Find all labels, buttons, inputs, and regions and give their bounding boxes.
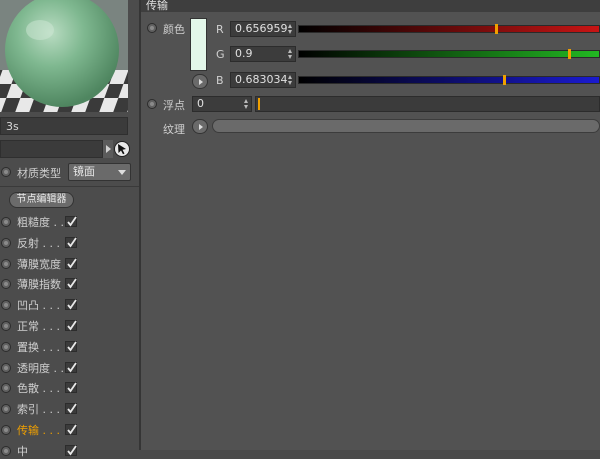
color-swatch[interactable] <box>190 18 207 71</box>
float-value-field[interactable]: 0 <box>192 96 252 112</box>
channel-checkbox[interactable] <box>65 320 77 331</box>
channel-radio[interactable] <box>1 362 11 373</box>
channel-checkbox[interactable] <box>65 299 77 311</box>
red-slider-handle[interactable] <box>495 24 498 34</box>
channel-radio[interactable] <box>1 341 11 352</box>
channel-checkbox[interactable] <box>65 278 77 290</box>
red-channel-letter: R <box>216 23 224 36</box>
green-slider[interactable] <box>298 49 600 59</box>
channel-radio[interactable] <box>1 404 11 415</box>
channel-radio[interactable] <box>1 383 11 394</box>
color-label: 颜色 <box>163 23 185 36</box>
channel-checkbox[interactable] <box>65 382 77 394</box>
channel-radio[interactable] <box>1 279 11 290</box>
float-radio[interactable] <box>147 99 157 109</box>
channel-radio[interactable] <box>1 237 11 248</box>
color-expand-button[interactable] <box>192 74 208 89</box>
channel-label[interactable]: 中 <box>17 443 28 459</box>
spinner-icon[interactable] <box>288 24 293 34</box>
material-preview[interactable] <box>0 0 128 112</box>
checkmark-icon <box>67 403 77 414</box>
blue-slider-handle[interactable] <box>503 75 506 85</box>
checkmark-icon <box>67 216 77 227</box>
left-panel: 3s 材质类型 镜面 节点编辑器 粗糙度 . . 反射 . . . 薄膜宽度薄膜指数… <box>0 0 139 458</box>
material-preview-image <box>0 0 128 112</box>
channel-radio[interactable] <box>1 217 11 227</box>
time-field[interactable]: 3s <box>0 117 128 135</box>
color-radio[interactable] <box>147 23 157 33</box>
texture-slot[interactable] <box>212 119 600 133</box>
channel-checkbox[interactable] <box>65 361 77 373</box>
material-type-radio[interactable] <box>1 167 11 177</box>
right-panel: 传输 颜色 R 0.656959 G 0.9 B 0.683034 浮点 0 纹… <box>141 0 600 450</box>
checkmark-icon <box>67 362 77 373</box>
checkmark-icon <box>67 382 77 393</box>
spinner-icon[interactable] <box>288 49 293 59</box>
channel-checkbox[interactable] <box>65 257 77 269</box>
channel-radio[interactable] <box>1 445 11 456</box>
channel-checkbox[interactable] <box>65 216 77 227</box>
node-editor-button[interactable]: 节点编辑器 <box>9 192 74 208</box>
blue-channel-letter: B <box>216 74 224 87</box>
channel-checkbox[interactable] <box>65 236 77 248</box>
section-title: 传输 <box>141 0 600 12</box>
blue-value-field[interactable]: 0.683034 <box>230 72 296 88</box>
channel-radio[interactable] <box>1 300 11 311</box>
checkmark-icon <box>67 237 77 248</box>
channel-label[interactable]: 正常 . . . <box>17 318 60 334</box>
material-type-dropdown[interactable]: 镜面 <box>68 163 131 181</box>
channel-radio[interactable] <box>1 425 11 435</box>
checkmark-icon <box>67 445 77 456</box>
channel-label[interactable]: 索引 . . . <box>17 401 60 417</box>
channel-checkbox[interactable] <box>65 444 77 456</box>
green-slider-handle[interactable] <box>568 49 571 59</box>
texture-label: 纹理 <box>163 123 185 136</box>
float-value: 0 <box>197 97 204 110</box>
material-type-value: 镜面 <box>73 165 95 178</box>
channel-label[interactable]: 凹凸 . . . <box>17 297 60 313</box>
checkmark-icon <box>67 278 77 289</box>
spinner-icon[interactable] <box>244 99 249 109</box>
checkmark-icon <box>67 424 77 435</box>
channel-label[interactable]: 传输 . . . <box>17 422 60 438</box>
channel-label[interactable]: 薄膜宽度 <box>17 256 61 272</box>
green-channel-letter: G <box>216 48 225 61</box>
channel-checkbox[interactable] <box>65 340 77 352</box>
pointer-icon[interactable] <box>114 141 130 157</box>
blue-slider[interactable] <box>298 75 600 85</box>
channel-label[interactable]: 反射 . . . <box>17 235 60 251</box>
channel-checkbox[interactable] <box>65 424 77 435</box>
checkmark-icon <box>67 341 77 352</box>
channel-radio[interactable] <box>1 321 11 331</box>
green-value-field[interactable]: 0.9 <box>230 46 296 62</box>
material-name-field[interactable] <box>0 140 111 158</box>
channel-label[interactable]: 色散 . . . <box>17 380 60 396</box>
float-label: 浮点 <box>163 99 185 112</box>
checkmark-icon <box>67 299 77 310</box>
checkmark-icon <box>67 258 77 269</box>
checkmark-icon <box>67 320 77 331</box>
channel-checkbox[interactable] <box>65 403 77 415</box>
material-type-label: 材质类型 <box>17 167 61 180</box>
channel-radio[interactable] <box>1 258 11 269</box>
spinner-icon[interactable] <box>288 75 293 85</box>
chevron-down-icon <box>118 170 126 175</box>
expand-arrow-button[interactable] <box>102 140 113 158</box>
channel-label[interactable]: 粗糙度 . . <box>17 214 64 230</box>
red-value-field[interactable]: 0.656959 <box>230 21 296 37</box>
green-value: 0.9 <box>235 47 253 60</box>
divider <box>0 186 139 187</box>
float-slider-handle[interactable] <box>258 98 260 110</box>
texture-expand-button[interactable] <box>192 119 208 134</box>
channel-label[interactable]: 透明度 . . <box>17 360 64 376</box>
blue-value: 0.683034 <box>235 73 288 86</box>
float-slider[interactable] <box>255 96 600 112</box>
channel-label[interactable]: 置换 . . . <box>17 339 60 355</box>
red-value: 0.656959 <box>235 22 288 35</box>
red-slider[interactable] <box>298 24 600 34</box>
channel-label[interactable]: 薄膜指数 <box>17 276 61 292</box>
